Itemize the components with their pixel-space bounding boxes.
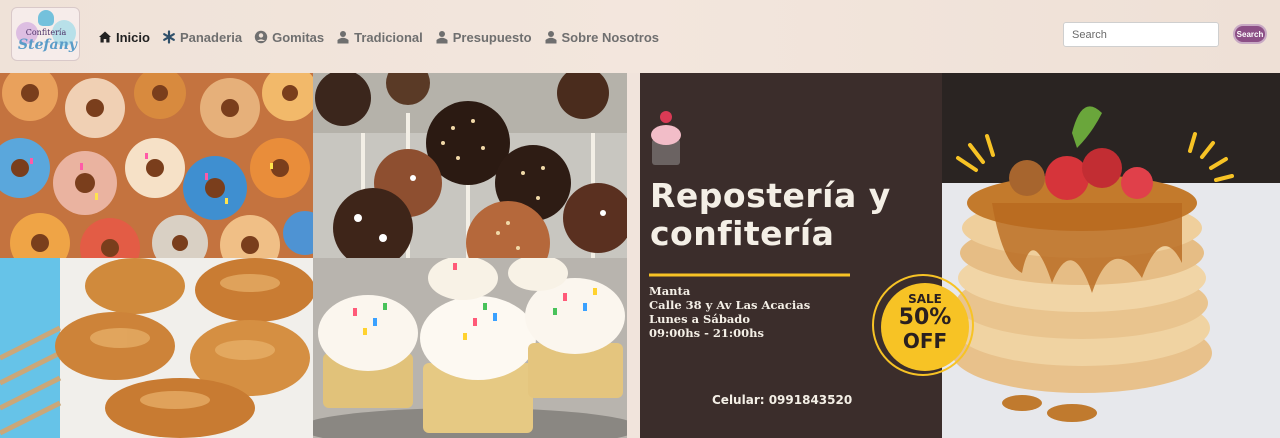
taiyaki-image [0, 258, 313, 438]
banner-address: Calle 38 y Av Las Acacias [649, 298, 811, 312]
banner-phone: Celular: 0991843520 [712, 393, 853, 407]
banner-info: Manta Calle 38 y Av Las Acacias Lunes a … [649, 284, 810, 340]
nav-label: Sobre Nosotros [561, 29, 660, 45]
cupcake-icon [651, 111, 681, 165]
nav-item-panaderia[interactable]: Panaderia [162, 30, 242, 45]
user-icon [544, 30, 558, 44]
nav-label: Presupuesto [452, 29, 532, 45]
sparkle-lines-left [956, 134, 995, 172]
cupcakes-image [313, 258, 627, 438]
search-input[interactable] [1063, 22, 1219, 47]
nav-item-inicio[interactable]: Inicio [98, 30, 150, 45]
asterisk-icon [162, 30, 176, 44]
logo[interactable]: Confitería Stefany [11, 7, 80, 61]
nav-item-gomitas[interactable]: Gomitas [254, 30, 324, 45]
sale-badge: SALE 50% OFF [881, 292, 969, 352]
user-icon [435, 30, 449, 44]
logo-text-line1: Confitería [25, 28, 67, 37]
chef-hat-icon [38, 10, 54, 26]
nav-item-sobre-nosotros[interactable]: Sobre Nosotros [544, 29, 660, 45]
banner-title-line1: Repostería y [650, 176, 891, 215]
sale-off: OFF [902, 329, 948, 353]
home-icon [98, 30, 112, 44]
promo-banner[interactable]: Repostería y confitería Manta Calle 38 y… [640, 73, 1280, 438]
logo-text-line2: Stefany [18, 37, 77, 53]
banner-decorations [649, 111, 1234, 376]
main-nav: Inicio Panaderia Gomitas Tradicional Pre… [98, 28, 671, 46]
sale-percent: 50% [898, 305, 952, 330]
banner-city: Manta [649, 284, 691, 298]
banner-days: Lunes a Sábado [649, 312, 751, 326]
banner-title: Repostería y confitería [650, 177, 891, 253]
nav-label: Inicio [116, 29, 150, 45]
sale-word: SALE [908, 292, 942, 306]
user-circle-icon [254, 30, 268, 44]
search-button[interactable]: Search [1233, 24, 1267, 44]
nav-label: Tradicional [354, 29, 423, 45]
donuts-image [0, 73, 313, 258]
nav-item-tradicional[interactable]: Tradicional [336, 30, 423, 45]
cake-pops-image [313, 73, 627, 258]
banner-title-line2: confitería [650, 214, 835, 253]
banner-hours: 09:00hs - 21:00hs [649, 326, 764, 340]
nav-label: Panaderia [179, 29, 243, 45]
user-icon [336, 30, 350, 44]
navbar: Confitería Stefany Inicio Panaderia Gomi… [0, 0, 1280, 73]
nav-item-presupuesto[interactable]: Presupuesto [435, 30, 532, 45]
nav-label: Gomitas [272, 29, 325, 45]
sparkle-lines-right [1188, 132, 1234, 182]
